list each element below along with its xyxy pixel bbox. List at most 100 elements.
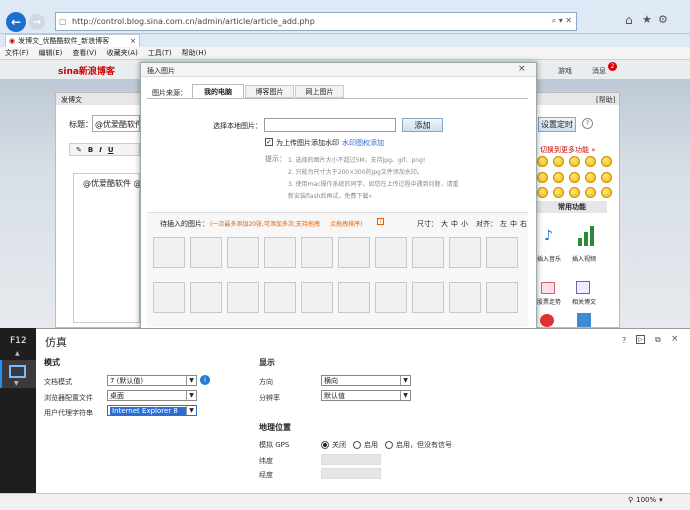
thumbnail-slot[interactable] bbox=[301, 237, 333, 268]
collapse-down-icon[interactable]: ▼ bbox=[14, 380, 19, 387]
gps-nosignal-radio[interactable] bbox=[385, 441, 393, 449]
emoticon-icon[interactable] bbox=[569, 171, 580, 183]
thumbnail-slot[interactable] bbox=[153, 282, 185, 313]
browser-profile-select[interactable]: 桌面 ▼ bbox=[107, 390, 197, 401]
title-input[interactable]: @优爱酷软件 @ bbox=[92, 115, 140, 132]
schedule-button[interactable]: 设置定时 bbox=[538, 117, 576, 132]
games-link[interactable]: 游戏 bbox=[558, 66, 572, 76]
thumbnail-slot[interactable] bbox=[375, 237, 407, 268]
thumbnail-slot[interactable] bbox=[338, 237, 370, 268]
menu-item[interactable]: 收藏夹(A) bbox=[107, 48, 138, 58]
back-icon[interactable]: ← bbox=[6, 12, 26, 32]
thumbnail-slot[interactable] bbox=[301, 282, 333, 313]
emoticon-icon[interactable] bbox=[553, 187, 564, 199]
thumbnail-slot[interactable] bbox=[227, 237, 259, 268]
collapse-up-icon[interactable]: ▲ bbox=[15, 350, 20, 357]
menu-item[interactable]: 帮助(H) bbox=[182, 48, 207, 58]
align-right[interactable]: 右 bbox=[520, 219, 527, 229]
underline-icon[interactable]: U bbox=[108, 146, 114, 154]
italic-icon[interactable]: I bbox=[99, 146, 102, 154]
zoom-control[interactable]: ⚲ 100% ▾ bbox=[628, 496, 663, 504]
emoticon-icon[interactable] bbox=[601, 171, 612, 183]
address-bar[interactable]: ▢ http://control.blog.sina.com.cn/admin/… bbox=[55, 12, 577, 31]
sina-logo[interactable]: sina新浪博客 bbox=[58, 64, 115, 77]
doc-mode-select[interactable]: 7 (默认值) ▼ bbox=[107, 375, 197, 386]
stock-icon[interactable] bbox=[541, 282, 555, 294]
thumbnail-slot[interactable] bbox=[190, 282, 222, 313]
tab-blog-images[interactable]: 博客图片 bbox=[245, 85, 294, 98]
style-icon[interactable]: ✎ bbox=[76, 146, 82, 154]
help-link[interactable]: [帮助] bbox=[596, 95, 615, 105]
gps-off-radio[interactable] bbox=[321, 441, 329, 449]
thumbnail-slot[interactable] bbox=[486, 237, 518, 268]
settings-gear-icon[interactable]: ⚙ bbox=[658, 13, 668, 26]
bold-icon[interactable]: B bbox=[88, 146, 93, 154]
thumbnail-slot[interactable] bbox=[227, 282, 259, 313]
emoticon-icon[interactable] bbox=[585, 187, 596, 199]
run-icon[interactable]: ▷ bbox=[636, 335, 645, 344]
tab-my-computer[interactable]: 我的电脑 bbox=[192, 84, 244, 99]
orientation-select[interactable]: 横向 ▼ bbox=[321, 375, 411, 386]
help-icon[interactable]: ? bbox=[582, 118, 593, 129]
emoticon-icon[interactable] bbox=[537, 187, 548, 199]
menu-item[interactable]: 查看(V) bbox=[72, 48, 96, 58]
emoticon-icon[interactable] bbox=[553, 171, 564, 183]
size-small[interactable]: 小 bbox=[461, 219, 468, 229]
thumbnail-slot[interactable] bbox=[449, 237, 481, 268]
video-icon[interactable] bbox=[578, 226, 596, 246]
weibo-icon[interactable] bbox=[540, 314, 554, 327]
browser-tab[interactable]: ◉ 发博文_优酷酷软件_新浪博客 × bbox=[5, 34, 140, 47]
menu-item[interactable]: 工具(T) bbox=[148, 48, 172, 58]
thumbnail-slot[interactable] bbox=[412, 282, 444, 313]
switch-features-link[interactable]: 切换到更多功能 » bbox=[540, 145, 596, 155]
menu-item[interactable]: 文件(F) bbox=[5, 48, 29, 58]
thumbnail-slot[interactable] bbox=[449, 282, 481, 313]
emoticon-icon[interactable] bbox=[585, 156, 596, 167]
file-path-input[interactable] bbox=[264, 118, 396, 132]
size-large[interactable]: 大 bbox=[441, 219, 448, 229]
emoticon-icon[interactable] bbox=[569, 187, 580, 199]
home-icon[interactable]: ⌂ bbox=[625, 13, 633, 27]
favorites-icon[interactable]: ★ bbox=[642, 13, 652, 26]
close-devtools-icon[interactable]: × bbox=[671, 334, 679, 344]
music-icon[interactable]: ♪ bbox=[544, 228, 553, 244]
close-tab-icon[interactable]: × bbox=[130, 37, 136, 45]
tab-web-images[interactable]: 网上图片 bbox=[295, 85, 344, 98]
emoticon-icon[interactable] bbox=[601, 187, 612, 199]
thumbnail-slot[interactable] bbox=[375, 282, 407, 313]
thumbnail-slot[interactable] bbox=[153, 237, 185, 268]
watermark-link[interactable]: 水印图权添加 bbox=[342, 138, 384, 148]
resolution-select[interactable]: 默认值 ▼ bbox=[321, 390, 411, 401]
align-center[interactable]: 中 bbox=[510, 219, 517, 229]
emoticon-icon[interactable] bbox=[569, 156, 580, 167]
related-icon[interactable] bbox=[576, 281, 590, 294]
emoticon-icon[interactable] bbox=[553, 156, 564, 167]
forward-icon[interactable]: → bbox=[29, 14, 45, 30]
thumbnail-slot[interactable] bbox=[264, 282, 296, 313]
help-icon[interactable]: ? bbox=[622, 336, 626, 345]
latitude-input[interactable] bbox=[321, 454, 381, 465]
ua-select[interactable]: Internet Explorer 8 ▼ bbox=[107, 405, 197, 416]
body-editor[interactable] bbox=[73, 173, 140, 323]
emoticon-icon[interactable] bbox=[601, 156, 612, 167]
search-refresh-icon[interactable]: ⌕ ▾ ✕ bbox=[552, 16, 572, 26]
messages-link[interactable]: 消息 bbox=[592, 66, 606, 76]
gps-on-radio[interactable] bbox=[353, 441, 361, 449]
thumbnail-slot[interactable] bbox=[412, 237, 444, 268]
info-icon[interactable]: i bbox=[200, 375, 210, 385]
longitude-input[interactable] bbox=[321, 468, 381, 479]
watermark-checkbox[interactable]: ✓ bbox=[265, 138, 273, 146]
thumbnail-slot[interactable] bbox=[338, 282, 370, 313]
emoticon-icon[interactable] bbox=[585, 171, 596, 183]
menu-item[interactable]: 编辑(E) bbox=[39, 48, 63, 58]
align-left[interactable]: 左 bbox=[500, 219, 507, 229]
add-file-button[interactable]: 添加 bbox=[402, 118, 443, 132]
size-medium[interactable]: 中 bbox=[451, 219, 458, 229]
thumbnail-slot[interactable] bbox=[190, 237, 222, 268]
thumbnail-slot[interactable] bbox=[264, 237, 296, 268]
grid-app-icon[interactable] bbox=[577, 313, 591, 327]
emoticon-icon[interactable] bbox=[537, 171, 548, 183]
thumbnail-slot[interactable] bbox=[486, 282, 518, 313]
emoticon-icon[interactable] bbox=[537, 156, 548, 167]
undock-icon[interactable]: ⧉ bbox=[655, 335, 661, 345]
